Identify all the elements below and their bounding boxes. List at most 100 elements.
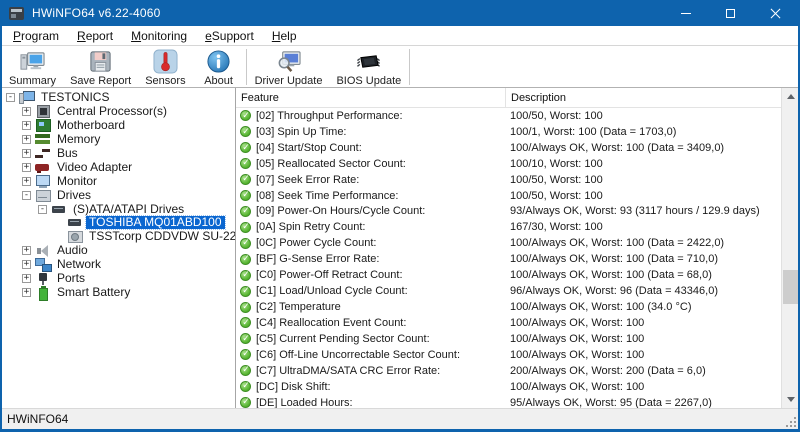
table-row[interactable]: [C4] Reallocation Event Count: 100/Alway… [236, 315, 781, 331]
table-row[interactable]: [C0] Power-Off Retract Count: 100/Always… [236, 267, 781, 283]
summary-button[interactable]: Summary [2, 47, 63, 87]
feature-cell: [08] Seek Time Performance: [256, 190, 398, 202]
feature-cell: [C2] Temperature [256, 301, 341, 313]
expand-toggle-icon[interactable]: + [22, 135, 31, 144]
save-report-label: Save Report [70, 75, 131, 87]
tree-item-label: TESTONICS [38, 91, 112, 104]
expand-toggle-icon[interactable]: + [22, 274, 31, 283]
status-ok-icon [240, 126, 251, 137]
status-bar: HWiNFO64 [2, 408, 798, 429]
tree-item[interactable]: + Motherboard [2, 119, 235, 133]
description-cell: 100/Always OK, Worst: 100 (Data = 3409,0… [505, 142, 781, 154]
bus-icon [35, 147, 51, 160]
sensors-button[interactable]: Sensors [138, 47, 192, 87]
ports-icon [35, 272, 51, 285]
tree-item[interactable]: + Ports [2, 272, 235, 286]
expand-toggle-icon[interactable]: - [38, 205, 47, 214]
feature-cell: [07] Seek Error Rate: [256, 174, 359, 186]
scrollbar-thumb[interactable] [783, 270, 798, 304]
menu-program[interactable]: Program [4, 27, 68, 45]
table-row[interactable]: [08] Seek Time Performance: 100/50, Wors… [236, 188, 781, 204]
description-cell: 100/50, Worst: 100 [505, 174, 781, 186]
expand-toggle-icon[interactable]: + [22, 246, 31, 255]
column-header-description[interactable]: Description [505, 88, 781, 108]
table-row[interactable]: [C5] Current Pending Sector Count: 100/A… [236, 331, 781, 347]
tree-item[interactable]: - Drives [2, 188, 235, 202]
table-row[interactable]: [0C] Power Cycle Count: 100/Always OK, W… [236, 235, 781, 251]
menu-monitoring[interactable]: Monitoring [122, 27, 196, 45]
feature-cell: [DC] Disk Shift: [256, 381, 331, 393]
expand-toggle-icon[interactable]: - [22, 191, 31, 200]
table-row[interactable]: [03] Spin Up Time: 100/1, Worst: 100 (Da… [236, 124, 781, 140]
scroll-down-button[interactable] [782, 391, 798, 408]
close-button[interactable] [753, 0, 798, 26]
vertical-scrollbar[interactable] [781, 88, 798, 408]
table-row[interactable]: [02] Throughput Performance: 100/50, Wor… [236, 108, 781, 124]
feature-cell: [03] Spin Up Time: [256, 126, 347, 138]
status-ok-icon [240, 286, 251, 297]
expand-toggle-icon[interactable]: - [6, 93, 15, 102]
tree-item[interactable]: + Video Adapter [2, 160, 235, 174]
menu-help[interactable]: Help [263, 27, 306, 45]
table-row[interactable]: [DC] Disk Shift: 100/Always OK, Worst: 1… [236, 379, 781, 395]
list-rows: [02] Throughput Performance: 100/50, Wor… [236, 108, 781, 408]
table-row[interactable]: [05] Reallocated Sector Count: 100/10, W… [236, 156, 781, 172]
driver-update-button[interactable]: Driver Update [248, 47, 330, 87]
description-cell: 100/50, Worst: 100 [505, 110, 781, 122]
expand-toggle-icon[interactable]: + [22, 149, 31, 158]
table-row[interactable]: [07] Seek Error Rate: 100/50, Worst: 100 [236, 172, 781, 188]
status-ok-icon [240, 190, 251, 201]
monitor-icon [35, 175, 51, 188]
feature-cell: [BF] G-Sense Error Rate: [256, 253, 379, 265]
tree-item-label: Bus [54, 147, 81, 160]
table-row[interactable]: [C2] Temperature 100/Always OK, Worst: 1… [236, 299, 781, 315]
hdd-icon [67, 216, 83, 229]
tree-item[interactable]: + Smart Battery [2, 285, 235, 299]
tree-item[interactable]: - (S)ATA/ATAPI Drives [2, 202, 235, 216]
menu-report[interactable]: Report [68, 27, 122, 45]
tree-item[interactable]: + Audio [2, 244, 235, 258]
menu-esupport[interactable]: eSupport [196, 27, 263, 45]
column-header-feature[interactable]: Feature [236, 88, 505, 108]
save-report-button[interactable]: Save Report [63, 47, 138, 87]
description-cell: 100/Always OK, Worst: 100 [505, 381, 781, 393]
tree-item[interactable]: - TESTONICS [2, 91, 235, 105]
table-row[interactable]: [C7] UltraDMA/SATA CRC Error Rate: 200/A… [236, 363, 781, 379]
scroll-down-icon [787, 397, 795, 402]
description-cell: 100/1, Worst: 100 (Data = 1703,0) [505, 126, 781, 138]
tree-item-label: TSSTcorp CDDVDW SU-228FB [86, 230, 236, 243]
table-row[interactable]: [C6] Off-Line Uncorrectable Sector Count… [236, 347, 781, 363]
table-row[interactable]: [0A] Spin Retry Count: 167/30, Worst: 10… [236, 219, 781, 235]
status-ok-icon [240, 365, 251, 376]
tree-item[interactable]: TOSHIBA MQ01ABD100 [2, 216, 235, 230]
table-row[interactable]: [C1] Load/Unload Cycle Count: 96/Always … [236, 283, 781, 299]
tree-item-label: Smart Battery [54, 286, 133, 299]
expand-toggle-icon[interactable]: + [22, 163, 31, 172]
tree-item[interactable]: + Central Processor(s) [2, 105, 235, 119]
table-row[interactable]: [DE] Loaded Hours: 95/Always OK, Worst: … [236, 395, 781, 408]
expand-toggle-icon[interactable]: + [22, 260, 31, 269]
bios-update-button[interactable]: BIOS Update [329, 47, 408, 87]
scroll-up-button[interactable] [782, 88, 798, 105]
device-tree: - TESTONICS + Central Processor(s) + Mot… [2, 88, 236, 408]
resize-grip[interactable] [785, 416, 797, 428]
expand-toggle-icon[interactable]: + [22, 177, 31, 186]
table-row[interactable]: [04] Start/Stop Count: 100/Always OK, Wo… [236, 140, 781, 156]
expand-toggle-icon[interactable]: + [22, 288, 31, 297]
tree-item[interactable]: + Bus [2, 147, 235, 161]
tree-item[interactable]: + Memory [2, 133, 235, 147]
expand-toggle-icon[interactable]: + [22, 121, 31, 130]
battery-icon [35, 286, 51, 299]
tree-item[interactable]: + Network [2, 258, 235, 272]
table-row[interactable]: [BF] G-Sense Error Rate: 100/Always OK, … [236, 251, 781, 267]
cpu-icon [35, 105, 51, 118]
maximize-button[interactable] [708, 0, 753, 26]
about-button[interactable]: About [193, 47, 245, 87]
tree-item[interactable]: TSSTcorp CDDVDW SU-228FB [2, 230, 235, 244]
title-bar[interactable]: HWiNFO64 v6.22-4060 [2, 0, 798, 26]
table-row[interactable]: [09] Power-On Hours/Cycle Count: 93/Alwa… [236, 204, 781, 220]
expand-toggle-icon[interactable]: + [22, 107, 31, 116]
feature-cell: [C5] Current Pending Sector Count: [256, 333, 430, 345]
tree-item[interactable]: + Monitor [2, 174, 235, 188]
minimize-button[interactable] [663, 0, 708, 26]
